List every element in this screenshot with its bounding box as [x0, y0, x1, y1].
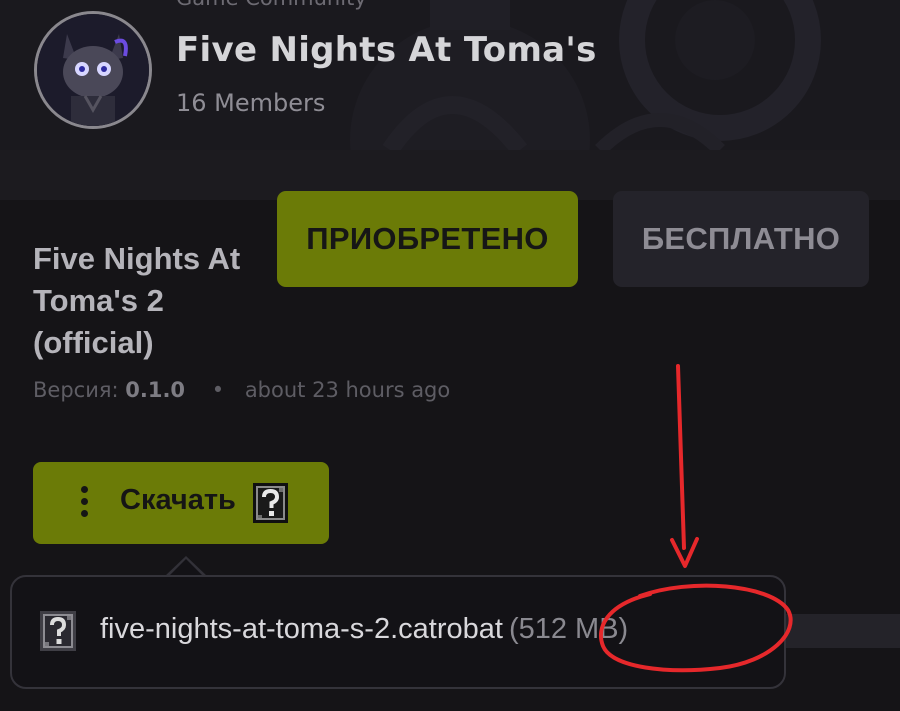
app-screen: Game Community Five Nights At Toma's 16 … — [0, 0, 900, 711]
side-strip — [784, 614, 900, 648]
meta-separator: • — [211, 378, 225, 402]
version-value: 0.1.0 — [125, 378, 186, 402]
acquired-button[interactable]: ПРИОБРЕТЕНО — [277, 191, 578, 287]
project-meta: Версия: 0.1.0 • about 23 hours ago — [33, 378, 450, 402]
annotation-arrow-head — [670, 537, 699, 568]
kebab-menu-icon — [81, 486, 89, 520]
download-button[interactable]: Скачать — [33, 462, 329, 544]
project-title: Five Nights At Toma's 2 (official) — [33, 241, 241, 360]
file-name: five-nights-at-toma-s-2.catrobat — [100, 613, 503, 645]
free-button[interactable]: БЕСПЛАТНО — [613, 191, 869, 287]
cat-avatar-icon — [37, 14, 149, 126]
question-box-icon — [40, 611, 76, 651]
download-label: Скачать — [120, 484, 236, 516]
file-name-line[interactable]: five-nights-at-toma-s-2.catrobat (512 MB) — [100, 613, 628, 646]
community-type-label: Game Community — [176, 0, 367, 10]
download-file-item[interactable]: five-nights-at-toma-s-2.catrobat (512 MB) — [10, 575, 786, 689]
version-label: Версия: — [33, 378, 119, 402]
member-count: 16 Members — [176, 89, 326, 117]
community-avatar[interactable] — [34, 11, 152, 129]
updated-time: about 23 hours ago — [244, 378, 451, 402]
file-size: (512 MB) — [508, 613, 629, 645]
annotation-arrow-shaft — [676, 364, 686, 550]
community-title[interactable]: Five Nights At Toma's — [176, 30, 597, 70]
community-header: Game Community Five Nights At Toma's 16 … — [0, 0, 900, 150]
question-box-icon — [253, 483, 288, 523]
